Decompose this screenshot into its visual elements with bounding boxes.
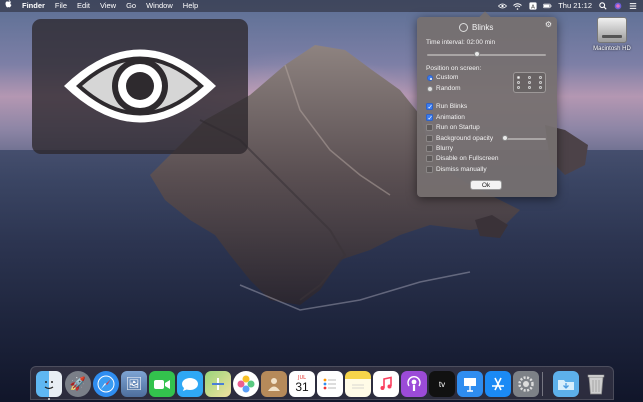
position-grid[interactable] <box>513 72 546 93</box>
svg-text:A: A <box>531 4 535 10</box>
dock-preview-icon[interactable]: 🖼 <box>121 371 147 397</box>
grid-point-middle-left[interactable] <box>517 81 520 84</box>
dock-facetime-icon[interactable] <box>149 371 175 397</box>
opacity-slider[interactable] <box>505 138 546 140</box>
clock-text[interactable]: Thu 21:12 <box>558 1 592 10</box>
ok-button[interactable]: Ok <box>470 180 502 190</box>
checkbox-disable-fullscreen-label: Disable on Fullscreen <box>436 155 499 162</box>
dock: 🚀 🖼 JUL 31 tv <box>30 366 614 400</box>
dock-safari-icon[interactable] <box>93 371 119 397</box>
popover-title: Blinks <box>472 22 494 32</box>
checkbox-run-on-startup[interactable] <box>426 124 433 131</box>
opacity-slider-knob[interactable] <box>502 135 508 141</box>
dock-music-icon[interactable] <box>373 371 399 397</box>
dock-calendar-icon[interactable]: JUL 31 <box>289 371 315 397</box>
time-interval-label: Time interval: 02:00 min <box>426 39 496 46</box>
macintosh-hd-label: Macintosh HD <box>593 46 631 52</box>
battery-icon[interactable] <box>543 2 552 10</box>
dock-separator <box>542 372 543 396</box>
dock-notes-icon[interactable] <box>345 371 371 397</box>
dock-finder-icon[interactable] <box>36 371 62 397</box>
dock-maps-icon[interactable] <box>205 371 231 397</box>
apple-icon[interactable] <box>0 0 17 12</box>
dock-reminders-icon[interactable] <box>317 371 343 397</box>
checkbox-blurry-label: Blurry <box>436 145 453 152</box>
checkbox-background-opacity-label: Background opacity <box>436 135 494 142</box>
checkbox-run-blinks[interactable] <box>426 103 433 111</box>
radio-random[interactable] <box>427 86 433 92</box>
dock-app-store-icon[interactable] <box>485 371 511 397</box>
checkbox-run-blinks-label: Run Blinks <box>436 103 468 110</box>
svg-text:tv: tv <box>439 380 445 389</box>
menu-help[interactable]: Help <box>178 0 203 12</box>
radio-custom-label: Custom <box>436 74 459 81</box>
dock-running-indicator <box>48 398 50 400</box>
grid-point-middle-right[interactable] <box>539 81 542 84</box>
menu-edit[interactable]: Edit <box>72 0 95 12</box>
hard-drive-icon <box>597 17 627 43</box>
dock-downloads-icon[interactable] <box>553 371 579 397</box>
checkbox-animation-label: Animation <box>436 114 465 121</box>
eye-icon <box>64 49 216 123</box>
checkbox-run-on-startup-label: Run on Startup <box>436 124 480 131</box>
dock-contacts-icon[interactable] <box>261 371 287 397</box>
menu-bar: Finder File Edit View Go Window Help A T… <box>0 0 643 12</box>
radio-custom[interactable] <box>427 75 433 81</box>
grid-point-top-center[interactable] <box>528 76 531 79</box>
blinks-settings-popover: Blinks ⚙ Time interval: 02:00 min Positi… <box>417 17 557 197</box>
grid-point-bottom-center[interactable] <box>528 86 531 89</box>
position-label: Position on screen: <box>426 65 482 72</box>
dock-calendar-day: 31 <box>295 379 309 394</box>
dock-keynote-icon[interactable] <box>457 371 483 397</box>
dock-messages-icon[interactable] <box>177 371 203 397</box>
time-interval-slider[interactable] <box>427 54 546 56</box>
dock-system-preferences-icon[interactable] <box>513 371 539 397</box>
dock-launchpad-icon[interactable]: 🚀 <box>65 371 91 397</box>
macintosh-hd-icon[interactable]: Macintosh HD <box>588 17 636 52</box>
checkbox-blurry[interactable] <box>426 145 433 152</box>
grid-point-middle-center[interactable] <box>528 81 531 84</box>
checkbox-animation[interactable] <box>426 114 433 122</box>
time-interval-slider-knob[interactable] <box>473 51 480 57</box>
grid-point-top-left[interactable] <box>517 76 520 79</box>
dock-photos-icon[interactable] <box>233 371 259 397</box>
checkbox-dismiss-manually[interactable] <box>426 166 433 173</box>
list-icon[interactable] <box>628 2 637 10</box>
wifi-icon[interactable] <box>513 2 523 10</box>
blinks-app-icon <box>459 22 468 32</box>
siri-icon[interactable] <box>613 2 622 10</box>
checkbox-dismiss-manually-label: Dismiss manually <box>436 166 487 173</box>
menu-window[interactable]: Window <box>141 0 178 12</box>
grid-point-bottom-right[interactable] <box>539 86 542 89</box>
dock-podcasts-icon[interactable] <box>401 371 427 397</box>
dock-trash-icon[interactable] <box>583 371 609 397</box>
accessibility-icon[interactable]: A <box>528 2 537 10</box>
menu-go[interactable]: Go <box>121 0 141 12</box>
menu-file[interactable]: File <box>50 0 72 12</box>
gear-icon[interactable]: ⚙ <box>545 20 552 29</box>
search-icon[interactable] <box>598 2 607 10</box>
menu-view[interactable]: View <box>95 0 121 12</box>
grid-point-bottom-left[interactable] <box>517 86 520 89</box>
dock-tv-icon[interactable]: tv <box>429 371 455 397</box>
menu-app-name[interactable]: Finder <box>17 0 50 12</box>
blink-eye-overlay <box>32 19 248 154</box>
grid-point-top-right[interactable] <box>539 76 542 79</box>
checkbox-disable-fullscreen[interactable] <box>426 155 433 162</box>
eye-icon[interactable] <box>498 2 508 10</box>
radio-random-label: Random <box>436 85 461 92</box>
checkbox-background-opacity[interactable] <box>426 135 433 142</box>
popover-header: Blinks <box>459 22 493 32</box>
